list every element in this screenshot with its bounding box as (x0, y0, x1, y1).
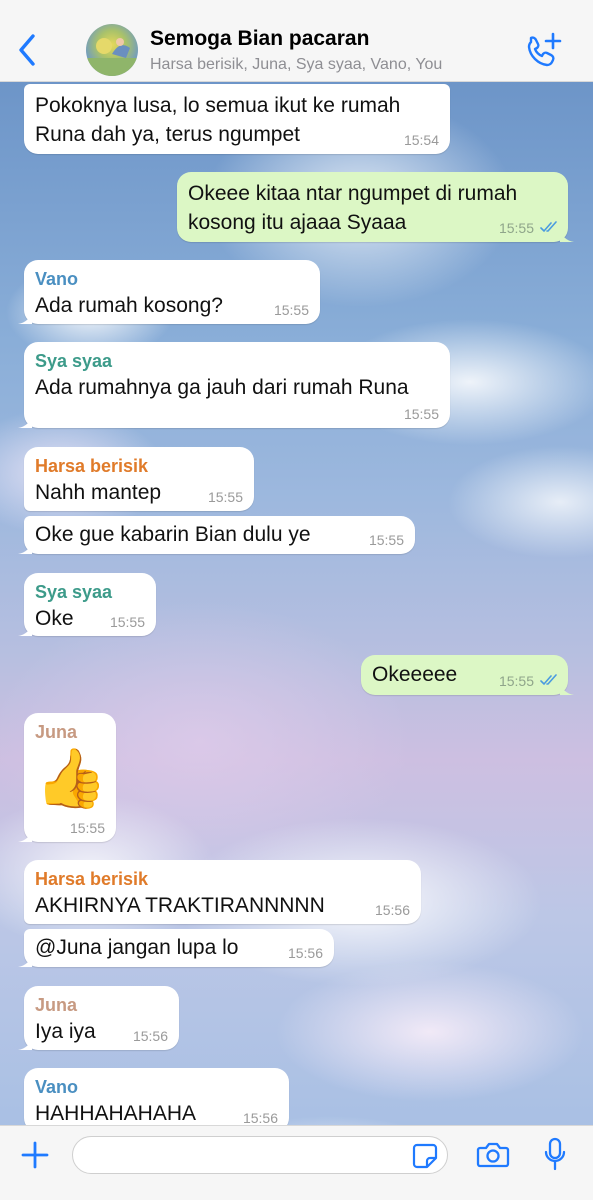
bubble-tail (560, 681, 574, 695)
sender-name[interactable]: Harsa berisik (35, 454, 243, 478)
message-bubble[interactable]: Juna Iya iya 15:56 (18, 986, 179, 1050)
message-time: 15:56 (287, 945, 323, 961)
microphone-icon (544, 1137, 566, 1171)
bubble-tail (18, 622, 32, 636)
thumbs-up-icon: 👍 (35, 746, 108, 811)
attach-button[interactable] (20, 1140, 50, 1170)
back-button[interactable] (14, 30, 42, 70)
message-time: 15:54 (403, 132, 439, 148)
bubble-tail (18, 1036, 32, 1050)
bubble-tail (18, 953, 32, 967)
message-bubble[interactable]: Okeeeee 15:55 (361, 655, 574, 695)
double-check-icon (540, 221, 557, 233)
message-text: HAHHAHAHAHA (35, 1102, 197, 1125)
group-avatar[interactable] (86, 24, 138, 76)
message-input[interactable] (72, 1136, 448, 1174)
message-time: 15:56 (242, 1110, 278, 1126)
sticker-icon (412, 1143, 438, 1169)
message-bubble[interactable]: Pokoknya lusa, lo semua ikut ke rumah Ru… (24, 84, 450, 154)
add-call-icon (527, 32, 562, 67)
sticker-button[interactable] (412, 1143, 438, 1169)
add-call-button[interactable] (524, 32, 562, 68)
message-time: 15:55 (368, 532, 404, 548)
message-bubble[interactable]: @Juna jangan lupa lo 15:56 (18, 929, 334, 967)
double-check-icon (540, 674, 557, 686)
message-bubble[interactable]: Okeee kitaa ntar ngumpet di rumah kosong… (177, 172, 574, 242)
message-text: Okeeeee (372, 663, 458, 686)
sender-name[interactable]: Sya syaa (35, 349, 439, 373)
message-text: Okeee kitaa ntar ngumpet di rumah kosong… (188, 182, 518, 234)
sender-name[interactable]: Harsa berisik (35, 867, 410, 891)
message-text: Ada rumah kosong? (35, 294, 223, 317)
camera-button[interactable] (476, 1140, 510, 1170)
sender-name[interactable]: Vano (35, 1075, 278, 1099)
message-time: 15:55 (403, 406, 439, 422)
message-bubble[interactable]: Sya syaa Ada rumahnya ga jauh dari rumah… (18, 342, 450, 428)
message-bubble[interactable]: Vano Ada rumah kosong? 15:55 (18, 260, 320, 324)
message-time: 15:55 (109, 614, 145, 630)
message-time: 15:55 (273, 302, 309, 318)
message-bubble[interactable]: Juna 👍 15:55 (18, 713, 116, 842)
sender-name[interactable]: Sya syaa (35, 580, 145, 604)
group-members[interactable]: Harsa berisik, Juna, Sya syaa, Vano, You (150, 56, 442, 74)
message-time: 15:55 (498, 220, 534, 236)
message-bubble[interactable]: Oke gue kabarin Bian dulu ye 15:55 (18, 516, 415, 554)
message-bubble[interactable]: Harsa berisik AKHIRNYA TRAKTIRANNNNN 15:… (24, 860, 421, 924)
group-title[interactable]: Semoga Bian pacaran (150, 27, 369, 51)
message-text: @Juna jangan lupa lo (35, 936, 239, 959)
message-text: AKHIRNYA TRAKTIRANNNNN (35, 894, 325, 917)
message-time: 15:55 (207, 489, 243, 505)
sender-name[interactable]: Vano (35, 267, 309, 291)
avatar-image (86, 38, 138, 76)
bubble-tail (560, 228, 574, 242)
message-time: 15:55 (498, 673, 534, 689)
message-text: Ada rumahnya ga jauh dari rumah Runa (35, 376, 409, 399)
chat-header: Semoga Bian pacaran Harsa berisik, Juna,… (0, 0, 593, 82)
message-text: Oke (35, 607, 74, 630)
sender-name[interactable]: Juna (35, 993, 168, 1017)
camera-icon (476, 1142, 510, 1168)
plus-icon (21, 1141, 49, 1169)
bubble-tail (18, 414, 32, 428)
message-text: Pokoknya lusa, lo semua ikut ke rumah Ru… (35, 94, 401, 146)
sender-name[interactable]: Juna (35, 720, 105, 744)
message-bubble[interactable]: Harsa berisik Nahh mantep 15:55 (24, 447, 254, 511)
bubble-tail (18, 540, 32, 554)
message-text: Oke gue kabarin Bian dulu ye (35, 523, 311, 546)
message-time: 15:56 (374, 902, 410, 918)
message-time: 15:56 (132, 1028, 168, 1044)
message-bubble[interactable]: Vano HAHHAHAHAHA 15:56 (24, 1068, 289, 1132)
message-time: 15:55 (69, 820, 105, 836)
microphone-button[interactable] (543, 1137, 567, 1173)
bubble-tail (18, 828, 32, 842)
bubble-tail (18, 310, 32, 324)
message-input-bar (0, 1125, 593, 1200)
back-chevron-icon (19, 34, 35, 66)
message-text: Iya iya (35, 1020, 96, 1043)
message-text: Nahh mantep (35, 481, 162, 504)
message-bubble[interactable]: Sya syaa Oke 15:55 (18, 573, 156, 636)
